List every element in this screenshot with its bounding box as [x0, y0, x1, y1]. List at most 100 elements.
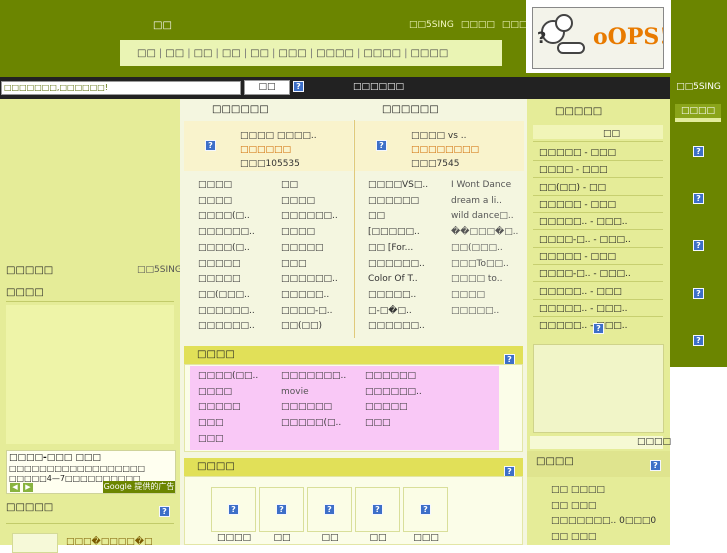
left-bottom-link[interactable]: □□□�□□□□�□ [66, 537, 152, 547]
nav-item-2[interactable]: □□ [165, 48, 184, 59]
list-item[interactable]: I Wont Dance [451, 178, 518, 194]
google-ad-box[interactable]: □□□□-□□□ □□□ □□□□□□□□□□□□□□□□□□ □□□□□4—7… [6, 450, 176, 494]
ranking-item[interactable]: □□□□□.. - □□□.. [539, 217, 627, 227]
list-item[interactable]: □□□□□ [198, 257, 255, 273]
ranking-item[interactable]: □□□□□ - □□□ [539, 200, 616, 210]
ranking-item[interactable]: □□(□□) - □□ [539, 183, 606, 193]
list-item[interactable]: □□□□□□.. [281, 272, 338, 288]
list-item[interactable]: □□□□ [281, 194, 338, 210]
list-item[interactable]: □□□□ [281, 225, 338, 241]
broken-image-icon[interactable]: ? [593, 323, 604, 334]
news-item[interactable]: □□□ [198, 432, 258, 448]
search-button[interactable]: □□ [244, 80, 290, 95]
ranking-item[interactable]: □□□□□ - □□□ [539, 252, 616, 262]
nav-item-5[interactable]: □□ [250, 48, 269, 59]
search-input[interactable]: □□□□□□□,□□□□□□! [1, 81, 241, 95]
news-item[interactable]: □□□ [365, 416, 422, 432]
google-ad-title[interactable]: □□□□-□□□ □□□ [9, 453, 101, 463]
nav-item-3[interactable]: □□ [194, 48, 213, 59]
list-item[interactable]: □□(□□□.. [198, 288, 255, 304]
list-item[interactable]: □□□□□□.. [198, 225, 255, 241]
nav-item-6[interactable]: □□□ [278, 48, 306, 59]
ranking-item[interactable]: □□□□□.. - □□□.. [539, 321, 627, 331]
google-ads-label[interactable]: Google 提供的广告 [103, 481, 175, 493]
featured-1-line2[interactable]: □□□□□□ [240, 143, 317, 157]
broken-image-icon[interactable]: ? [693, 288, 704, 299]
ranking-item[interactable]: □□□□□ - □□□ [539, 148, 616, 158]
list-item[interactable]: Color Of T.. [368, 272, 428, 288]
list-item[interactable]: □□□□VS□.. [368, 178, 428, 194]
list-item[interactable]: □□□□□□.. [368, 319, 428, 335]
ranking-item[interactable]: □□□□-□.. - □□□.. [539, 235, 631, 245]
list-item[interactable]: □□□To□□.. [451, 257, 518, 273]
list-item[interactable]: [□□□□□.. [368, 225, 428, 241]
list-item[interactable]: □□□□-□.. [281, 304, 338, 320]
news-item[interactable]: □□□□□□.. [365, 385, 422, 401]
news-item[interactable]: □□□□□□□.. [281, 369, 346, 385]
list-item[interactable]: dream a li.. [451, 194, 518, 210]
broken-image-icon[interactable]: ? [159, 506, 170, 517]
list-item[interactable]: □□□□□□.. [198, 304, 255, 320]
list-item[interactable]: □□□□□.. [368, 288, 428, 304]
list-item[interactable]: □□□□ to.. [451, 272, 518, 288]
oops-ad-image[interactable]: ? oOPS!! [532, 7, 664, 69]
help-icon[interactable]: ? [293, 81, 304, 92]
list-item[interactable]: wild dance□.. [451, 209, 518, 225]
list-item[interactable]: □□(□□) [281, 319, 338, 335]
broken-image-icon[interactable]: ? [693, 335, 704, 346]
list-item[interactable]: □□□□□.. [451, 304, 518, 320]
prev-arrow-icon[interactable]: ◀ [10, 483, 20, 492]
right-sidebar-tab[interactable]: □□□□ [675, 104, 721, 122]
list-item[interactable]: □□□□ [451, 288, 518, 304]
news-item[interactable]: □□□□(□□.. [198, 369, 258, 385]
list-item[interactable]: □□□□□□ [368, 194, 428, 210]
list-item[interactable]: □□□□□.. [281, 288, 338, 304]
nav-item-9[interactable]: □□□□ [410, 48, 448, 59]
left-thumb[interactable] [12, 533, 58, 553]
list-item[interactable]: □□ [For... [368, 241, 428, 257]
ranking-item[interactable]: □□□□□.. - □□□ [539, 287, 622, 297]
news-item[interactable]: □□□□□ [198, 400, 258, 416]
broken-image-icon[interactable]: ? [650, 460, 661, 471]
photo-thumb[interactable]: ? [307, 487, 352, 532]
list-item[interactable]: □□□□ [198, 194, 255, 210]
list-item[interactable]: □□(□□□.. [451, 241, 518, 257]
nav-item-1[interactable]: □□ [137, 48, 156, 59]
news-item[interactable]: □□□□□ [365, 400, 422, 416]
broken-image-icon[interactable]: ? [376, 140, 387, 151]
advanced-search-link[interactable]: □□□□□□ [353, 82, 404, 92]
list-item[interactable]: □□□□(□.. [198, 209, 255, 225]
ranking-tab[interactable]: □□ [603, 129, 620, 139]
nav-item-7[interactable]: □□□□ [316, 48, 354, 59]
news-item[interactable]: □□□□□□ [365, 369, 422, 385]
featured-card-1[interactable]: ? □□□□ □□□□.. □□□□□□ □□□105535 [184, 121, 353, 171]
news-item[interactable]: □□□ [198, 416, 258, 432]
site-brand[interactable]: □□ [153, 20, 172, 31]
ranking-item[interactable]: □□□□□.. - □□□.. [539, 304, 627, 314]
featured-2-line1[interactable]: □□□□ vs .. [411, 129, 479, 143]
news-item[interactable]: □□□□□(□.. [281, 416, 346, 432]
list-item[interactable]: □□□□□□.. [281, 209, 338, 225]
list-item[interactable]: □□□□□□.. [198, 319, 255, 335]
list-item[interactable]: ��□□□�□.. [451, 225, 518, 241]
photo-thumb[interactable]: ? [211, 487, 256, 532]
featured-2-line2[interactable]: □□□□□□□□ [411, 143, 479, 157]
photo-thumb[interactable]: ? [403, 487, 448, 532]
news-item[interactable]: □□□□□□ [281, 400, 346, 416]
left-more-link[interactable]: □□5SING [137, 265, 182, 275]
list-item[interactable]: □-□�□.. [368, 304, 428, 320]
ranking-more-link[interactable]: □□□□ [637, 437, 671, 447]
list-item[interactable]: □□ [368, 209, 428, 225]
list-item[interactable]: □□□□(□.. [198, 241, 255, 257]
next-arrow-icon[interactable]: ▶ [23, 483, 33, 492]
list-item[interactable]: □□ [281, 178, 338, 194]
list-item[interactable]: □□□□ [198, 178, 255, 194]
top-link-5sing[interactable]: □□5SING [409, 20, 454, 30]
ranking-item[interactable]: □□□□ - □□□ [539, 165, 608, 175]
broken-image-icon[interactable]: ? [693, 240, 704, 251]
right-sidebar-title[interactable]: □□5SING [670, 82, 727, 92]
photo-thumb[interactable]: ? [355, 487, 400, 532]
photo-thumb[interactable]: ? [259, 487, 304, 532]
broken-image-icon[interactable]: ? [693, 146, 704, 157]
featured-1-line1[interactable]: □□□□ □□□□.. [240, 129, 317, 143]
